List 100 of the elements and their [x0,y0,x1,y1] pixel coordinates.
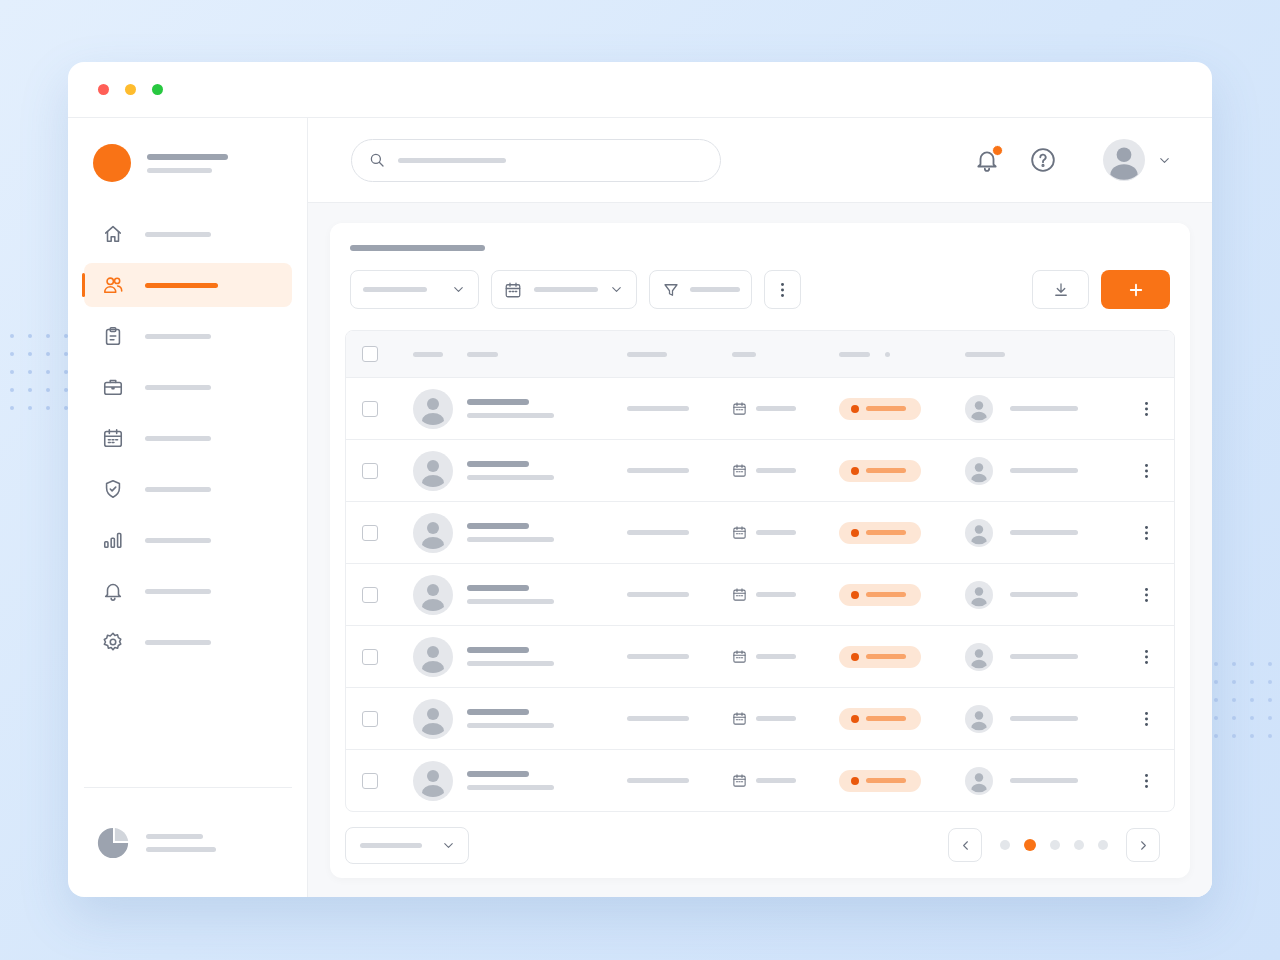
more-button[interactable] [764,270,801,309]
avatar-icon [413,388,453,429]
avatar-icon [413,760,453,801]
page-size-dropdown[interactable] [345,826,469,864]
avatar-icon [965,642,993,671]
placeholder-bar [145,537,211,543]
placeholder-bar [145,384,211,390]
placeholder-bar [1010,716,1078,721]
kebab-icon[interactable] [1145,463,1148,478]
avatar-icon [965,518,993,547]
placeholder-bar [360,842,422,848]
filter-button[interactable] [649,270,752,309]
download-button[interactable] [1032,270,1089,309]
placeholder-bar [1010,406,1078,411]
avatar-icon [965,580,993,609]
calendar-icon [732,587,747,602]
maximize-button[interactable] [152,84,163,95]
checkbox[interactable] [362,648,378,665]
placeholder-bar [1010,468,1078,473]
minimize-button[interactable] [125,84,136,95]
placeholder-bar [756,468,796,473]
placeholder-bar [627,530,689,535]
avatar-icon [413,698,453,739]
calendar-icon [732,649,747,664]
page-dot[interactable] [1000,840,1010,850]
placeholder-bar [145,435,211,441]
placeholder-bar [756,778,796,783]
placeholder-bar [756,716,796,721]
close-button[interactable] [98,84,109,95]
placeholder-bar [1010,592,1078,597]
calendar-icon [732,401,747,416]
placeholder-bar [839,351,870,357]
avatar-icon [965,704,993,733]
pie-chart-icon [96,825,130,860]
next-page-button[interactable] [1126,828,1160,862]
placeholder-bar [467,399,529,405]
placeholder-bar [756,530,796,535]
avatar-icon [413,450,453,491]
users-icon [102,274,124,296]
placeholder-bar [363,287,427,292]
settings-icon [102,631,124,653]
logo [93,144,131,182]
placeholder-bar [145,639,211,645]
checkbox[interactable] [362,400,378,417]
kebab-icon[interactable] [1145,587,1148,602]
placeholder-bar [467,351,498,357]
placeholder-bar [756,654,796,659]
placeholder-bar [145,588,211,594]
placeholder-bar [1010,778,1078,783]
help-icon [1030,147,1056,173]
placeholder-bar [732,351,756,357]
avatar-icon [965,766,993,795]
calendar-icon [732,525,747,540]
checkbox[interactable] [362,462,378,479]
page-dot[interactable] [1098,840,1108,850]
checkbox[interactable] [362,772,378,789]
previous-page-button[interactable] [948,828,982,862]
placeholder-bar [627,716,689,721]
avatar-icon [1103,139,1145,181]
placeholder-bar [1010,530,1078,535]
placeholder-bar [467,647,529,653]
placeholder-bar [146,846,216,852]
avatar-icon [965,456,993,485]
placeholder-bar [147,167,212,173]
placeholder-bar [627,778,689,783]
placeholder-bar [627,351,667,357]
dropdown[interactable] [350,270,479,309]
placeholder-bar [145,231,211,237]
placeholder-bar [756,406,796,411]
checkbox[interactable] [362,710,378,727]
calendar-icon [732,773,747,788]
placeholder-bar [467,461,529,467]
sidebar-item[interactable] [84,263,292,307]
placeholder-bar [756,592,796,597]
date-dropdown[interactable] [491,270,637,309]
user-menu-button[interactable] [1103,139,1172,181]
placeholder-bar [627,592,689,597]
checkbox[interactable] [362,586,378,603]
page-dot[interactable] [1074,840,1084,850]
avatar-icon [413,574,453,615]
checkbox[interactable] [362,346,378,362]
kebab-icon[interactable] [1145,773,1148,788]
placeholder-bar [965,351,1005,357]
calendar-icon [732,463,747,478]
kebab-icon[interactable] [1145,649,1148,664]
page-dot[interactable] [1050,840,1060,850]
kebab-icon[interactable] [1145,711,1148,726]
placeholder-bar [145,486,211,492]
kebab-icon[interactable] [1145,401,1148,416]
placeholder-bar [627,406,689,411]
avatar-icon [965,394,993,423]
placeholder-bar [627,468,689,473]
checkbox[interactable] [362,524,378,541]
home-icon [102,223,124,245]
kebab-icon[interactable] [1145,525,1148,540]
placeholder-bar [690,287,740,292]
placeholder-bar [627,654,689,659]
placeholder-bar [467,585,529,591]
page-dot[interactable] [1024,839,1036,851]
add-button[interactable] [1101,270,1170,309]
